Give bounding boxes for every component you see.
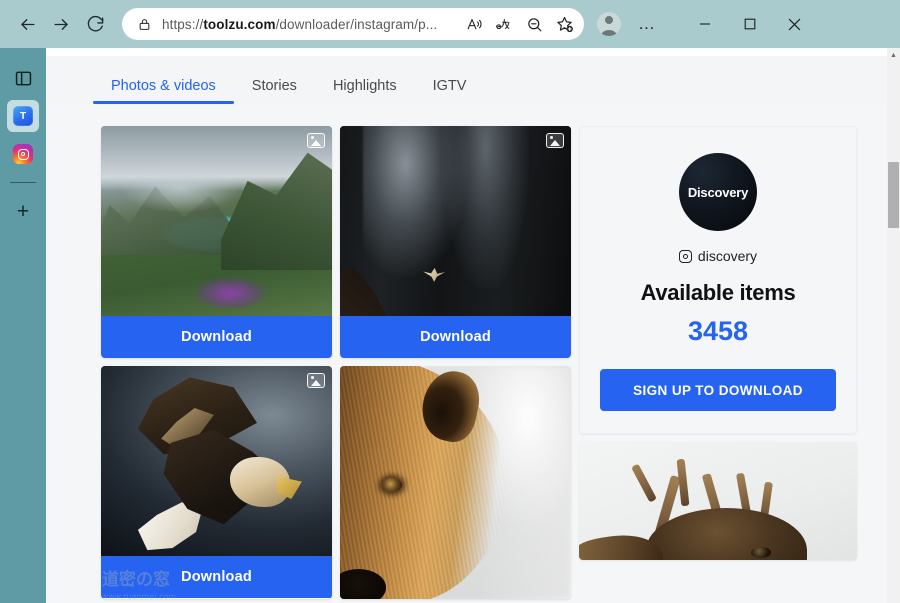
read-aloud-icon[interactable] xyxy=(460,10,488,38)
photo-type-badge xyxy=(307,133,325,148)
media-card[interactable] xyxy=(340,366,571,599)
download-button[interactable]: Download xyxy=(101,556,332,598)
back-button[interactable] xyxy=(10,7,44,41)
page-scrollbar[interactable]: ▲ xyxy=(887,48,900,603)
media-card[interactable]: Download xyxy=(340,126,571,358)
available-items-count: 3458 xyxy=(687,316,749,346)
reload-button[interactable] xyxy=(78,7,112,41)
scrollbar-track[interactable] xyxy=(887,62,900,603)
add-favorite-icon[interactable] xyxy=(550,10,578,38)
media-card[interactable]: Download xyxy=(101,126,332,358)
profile-avatar-icon[interactable] xyxy=(592,7,626,41)
media-thumbnail-mountain-lake-landscape[interactable] xyxy=(101,126,332,316)
page-content: Download Download Download Discovery dis… xyxy=(46,104,887,603)
zoom-out-icon[interactable] xyxy=(520,10,548,38)
forward-button[interactable] xyxy=(44,7,78,41)
media-card[interactable]: Download xyxy=(101,366,332,599)
media-thumbnail-waterfall-dark[interactable] xyxy=(340,126,571,316)
media-grid: Download Download Download xyxy=(101,126,571,603)
sidebar-item-toolzu[interactable]: T xyxy=(7,100,39,132)
split-screen-icon[interactable] xyxy=(7,62,39,94)
tab-stories[interactable]: Stories xyxy=(234,78,315,104)
tab-photos-videos[interactable]: Photos & videos xyxy=(93,78,234,104)
account-panel: Discovery discovery Available items 3458… xyxy=(579,126,857,603)
url-text: https://toolzu.com/downloader/instagram/… xyxy=(162,16,438,32)
instagram-icon xyxy=(678,249,692,263)
sidebar-item-instagram[interactable] xyxy=(7,138,39,170)
avatar-label: Discovery xyxy=(687,184,749,200)
lock-icon xyxy=(134,14,154,34)
account-handle: discovery xyxy=(600,248,836,264)
more-settings-icon[interactable]: … xyxy=(630,7,664,41)
media-thumbnail-deer-antlers-photo[interactable] xyxy=(579,442,857,560)
scrollbar-thumb[interactable] xyxy=(888,162,899,228)
browser-window: https://toolzu.com/downloader/instagram/… xyxy=(0,0,900,603)
available-items-label: Available items xyxy=(640,280,796,305)
content-tabs: Photos & videos Stories Highlights IGTV xyxy=(46,56,887,104)
media-thumbnail-brown-bear-closeup[interactable] xyxy=(340,366,571,599)
media-thumbnail-bald-eagle-flight[interactable] xyxy=(101,366,332,556)
translate-icon[interactable] xyxy=(490,10,518,38)
address-bar[interactable]: https://toolzu.com/downloader/instagram/… xyxy=(122,8,584,40)
photo-type-badge xyxy=(546,133,564,148)
scroll-up-arrow[interactable]: ▲ xyxy=(887,48,900,62)
close-button[interactable] xyxy=(772,1,817,47)
vertical-tab-sidebar: T + xyxy=(0,48,46,603)
download-button[interactable]: Download xyxy=(340,316,571,358)
media-card[interactable] xyxy=(579,442,857,560)
browser-body: T + Photos & videos Stories Highlights I… xyxy=(0,48,900,603)
download-button[interactable]: Download xyxy=(101,316,332,358)
tab-igtv[interactable]: IGTV xyxy=(415,78,485,104)
tab-highlights[interactable]: Highlights xyxy=(315,78,415,104)
photo-type-badge xyxy=(307,373,325,388)
account-info-card: Discovery discovery Available items 3458… xyxy=(579,126,857,434)
new-tab-button[interactable]: + xyxy=(7,195,39,227)
sidebar-divider xyxy=(10,182,36,183)
toolzu-favicon: T xyxy=(13,106,33,126)
instagram-icon xyxy=(13,144,33,164)
page-top-spacer xyxy=(46,48,887,56)
web-page: Photos & videos Stories Highlights IGTV xyxy=(46,48,900,603)
browser-titlebar: https://toolzu.com/downloader/instagram/… xyxy=(0,0,900,48)
minimize-button[interactable] xyxy=(682,1,727,47)
account-handle-text: discovery xyxy=(697,248,758,264)
maximize-button[interactable] xyxy=(727,1,772,47)
avatar: Discovery xyxy=(679,153,757,231)
sign-up-to-download-button[interactable]: SIGN UP TO DOWNLOAD xyxy=(600,369,836,411)
